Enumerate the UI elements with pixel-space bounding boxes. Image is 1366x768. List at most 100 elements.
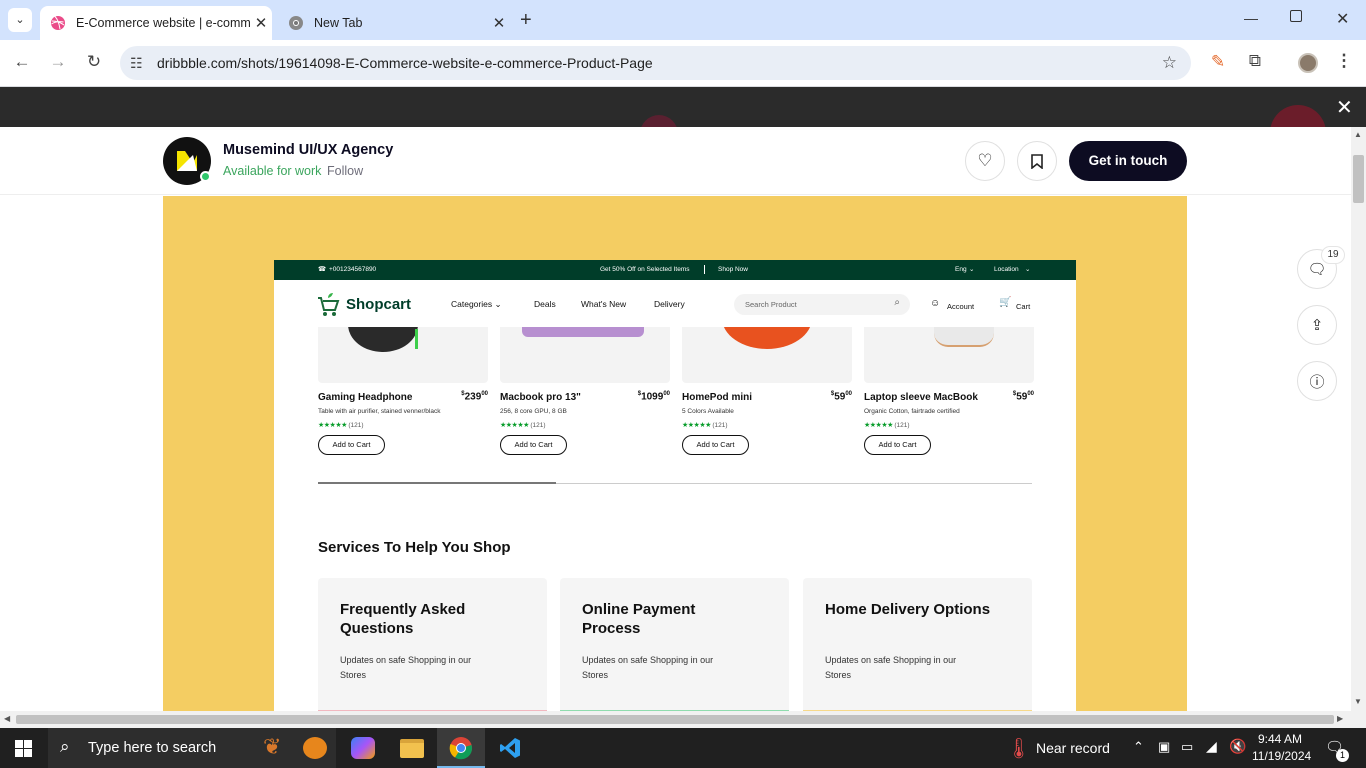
shop-now-link[interactable]: Shop Now bbox=[718, 266, 748, 273]
vertical-scroll-thumb[interactable] bbox=[1353, 155, 1364, 203]
bookmark-icon bbox=[1031, 153, 1043, 169]
lang-select[interactable]: Eng bbox=[955, 266, 967, 273]
homepod-shape bbox=[722, 327, 812, 349]
scroll-left-arrow-icon[interactable]: ◀ bbox=[4, 714, 10, 723]
weather-text[interactable]: Near record bbox=[1036, 740, 1110, 756]
restore-icon[interactable] bbox=[1290, 10, 1302, 22]
cart-link[interactable]: Cart bbox=[1016, 302, 1030, 311]
scroll-right-arrow-icon[interactable]: ▶ bbox=[1337, 714, 1343, 723]
services-title: Services To Help You Shop bbox=[318, 539, 511, 556]
service-title: Frequently Asked Questions bbox=[340, 601, 466, 637]
header-divider bbox=[0, 194, 1351, 195]
new-tab-plus-icon[interactable]: + bbox=[520, 9, 532, 32]
battery-icon[interactable]: ▭ bbox=[1181, 739, 1193, 755]
share-button[interactable]: ⇪ bbox=[1297, 305, 1337, 345]
wifi-icon[interactable]: ◢ bbox=[1206, 738, 1217, 755]
comment-icon: 🗨 bbox=[1307, 261, 1327, 278]
scroll-down-arrow-icon[interactable]: ▼ bbox=[1354, 697, 1362, 706]
menu-kebab-icon[interactable]: ⋮ bbox=[1332, 51, 1356, 71]
close-tab-icon[interactable]: ✕ bbox=[488, 14, 510, 32]
shot-image: ☎ +001234567890 Get 50% Off on Selected … bbox=[163, 196, 1187, 711]
agency-name[interactable]: Musemind UI/UX Agency bbox=[223, 142, 393, 158]
search-placeholder: Search Product bbox=[745, 300, 797, 309]
info-button[interactable]: ⓘ bbox=[1297, 361, 1337, 401]
horizontal-scroll-thumb[interactable] bbox=[16, 715, 1334, 724]
account-link[interactable]: Account bbox=[947, 302, 974, 311]
tab-new-tab[interactable]: New Tab ✕ bbox=[278, 6, 510, 40]
site-search[interactable]: Search Product ⌕ bbox=[734, 294, 910, 315]
follow-link[interactable]: Follow bbox=[327, 164, 363, 178]
product-card[interactable]: HomePod mini $5900 5 Colors Available ★★… bbox=[682, 327, 852, 455]
carousel-thumb[interactable] bbox=[318, 482, 556, 484]
product-image bbox=[864, 327, 1034, 383]
extension-pen-icon[interactable]: ✎ bbox=[1206, 52, 1230, 72]
nav-whats-new[interactable]: What's New bbox=[581, 299, 626, 309]
get-in-touch-button[interactable]: Get in touch bbox=[1069, 141, 1187, 181]
tray-chevron-up-icon[interactable]: ⌃ bbox=[1133, 739, 1144, 755]
site-info-icon[interactable]: ☷ bbox=[130, 46, 143, 80]
reload-icon[interactable]: ↻ bbox=[82, 52, 106, 72]
comments-count-badge: 19 bbox=[1321, 246, 1345, 264]
product-card[interactable]: Laptop sleeve MacBook $5900 Organic Cott… bbox=[864, 327, 1034, 455]
extensions-puzzle-icon[interactable]: ⧉ bbox=[1243, 51, 1267, 71]
clock-time[interactable]: 9:44 AM bbox=[1258, 732, 1302, 746]
cart-logo-icon bbox=[318, 293, 340, 316]
review-count: (121) bbox=[348, 422, 364, 429]
minimize-icon[interactable]: — bbox=[1244, 10, 1258, 26]
tab-search-icon[interactable]: ⌄ bbox=[8, 8, 32, 32]
info-icon: ⓘ bbox=[1309, 373, 1325, 391]
close-window-icon[interactable]: ✕ bbox=[1336, 9, 1349, 29]
headphone-ear-cup bbox=[348, 327, 418, 352]
windows-start-icon[interactable] bbox=[15, 740, 32, 757]
add-to-cart-button[interactable]: Add to Cart bbox=[500, 435, 567, 455]
pumpkin-icon bbox=[303, 737, 327, 759]
back-icon[interactable]: ← bbox=[10, 52, 34, 72]
service-card[interactable]: Online Payment Process Updates on safe S… bbox=[560, 578, 789, 711]
volume-muted-icon[interactable]: 🔇 bbox=[1229, 738, 1246, 755]
close-modal-icon[interactable]: ✕ bbox=[1336, 95, 1353, 120]
product-card[interactable]: Macbook pro 13" $109900 256, 8 core GPU,… bbox=[500, 327, 670, 455]
copilot-icon[interactable] bbox=[351, 737, 375, 759]
notification-count-badge: 1 bbox=[1336, 749, 1349, 762]
add-to-cart-button[interactable]: Add to Cart bbox=[318, 435, 385, 455]
location-select[interactable]: Location bbox=[994, 266, 1019, 273]
clock-date[interactable]: 11/19/2024 bbox=[1252, 749, 1311, 763]
profile-avatar[interactable] bbox=[1298, 53, 1318, 73]
product-image bbox=[318, 327, 488, 383]
forward-icon[interactable]: → bbox=[46, 52, 70, 72]
product-description: Table with air purifier, stained venner/… bbox=[318, 408, 441, 415]
address-bar[interactable]: ☷ dribbble.com/shots/19614098-E-Commerce… bbox=[120, 46, 1191, 80]
vertical-scrollbar[interactable]: ▲ ▼ bbox=[1351, 127, 1366, 711]
like-button[interactable]: ♡ bbox=[965, 141, 1005, 181]
nav-categories[interactable]: Categories ⌄ bbox=[451, 299, 502, 310]
product-image bbox=[682, 327, 852, 383]
meet-now-icon[interactable]: ▣ bbox=[1158, 739, 1170, 755]
scroll-up-arrow-icon[interactable]: ▲ bbox=[1354, 130, 1362, 139]
url-text: dribbble.com/shots/19614098-E-Commerce-w… bbox=[157, 55, 653, 71]
bookmark-star-icon[interactable]: ☆ bbox=[1162, 46, 1177, 80]
product-name: Laptop sleeve MacBook bbox=[864, 392, 978, 403]
site-logo[interactable]: Shopcart bbox=[346, 296, 411, 313]
close-tab-icon[interactable]: ✕ bbox=[250, 14, 272, 32]
add-to-cart-button[interactable]: Add to Cart bbox=[864, 435, 931, 455]
product-card[interactable]: Gaming Headphone $23900 Table with air p… bbox=[318, 327, 488, 455]
backdrop-badge bbox=[640, 115, 678, 127]
windows-taskbar: ⌕ Type here to search ❦ 🌡 Near record ⌃ … bbox=[0, 728, 1366, 768]
chrome-taskbar-button[interactable] bbox=[437, 728, 485, 768]
vscode-icon[interactable] bbox=[498, 736, 522, 760]
available-for-work[interactable]: Available for work bbox=[223, 164, 321, 178]
file-explorer-icon[interactable] bbox=[400, 739, 424, 758]
service-description: Updates on safe Shopping in our Stores bbox=[582, 655, 714, 680]
nav-deals[interactable]: Deals bbox=[534, 299, 556, 309]
autumn-leaves-icon: ❦ bbox=[263, 734, 282, 759]
save-button[interactable] bbox=[1017, 141, 1057, 181]
product-price: $109900 bbox=[637, 391, 670, 403]
service-card[interactable]: Home Delivery Options Updates on safe Sh… bbox=[803, 578, 1032, 711]
taskbar-search-box[interactable]: ⌕ Type here to search ❦ bbox=[48, 728, 336, 768]
add-to-cart-button[interactable]: Add to Cart bbox=[682, 435, 749, 455]
service-card[interactable]: Frequently Asked Questions Updates on sa… bbox=[318, 578, 547, 711]
phone-number: +001234567890 bbox=[329, 266, 377, 273]
nav-delivery[interactable]: Delivery bbox=[654, 299, 685, 309]
tab-dribbble[interactable]: E-Commerce website | e-comm ✕ bbox=[40, 6, 272, 40]
horizontal-scrollbar[interactable]: ◀ ▶ bbox=[0, 711, 1366, 728]
